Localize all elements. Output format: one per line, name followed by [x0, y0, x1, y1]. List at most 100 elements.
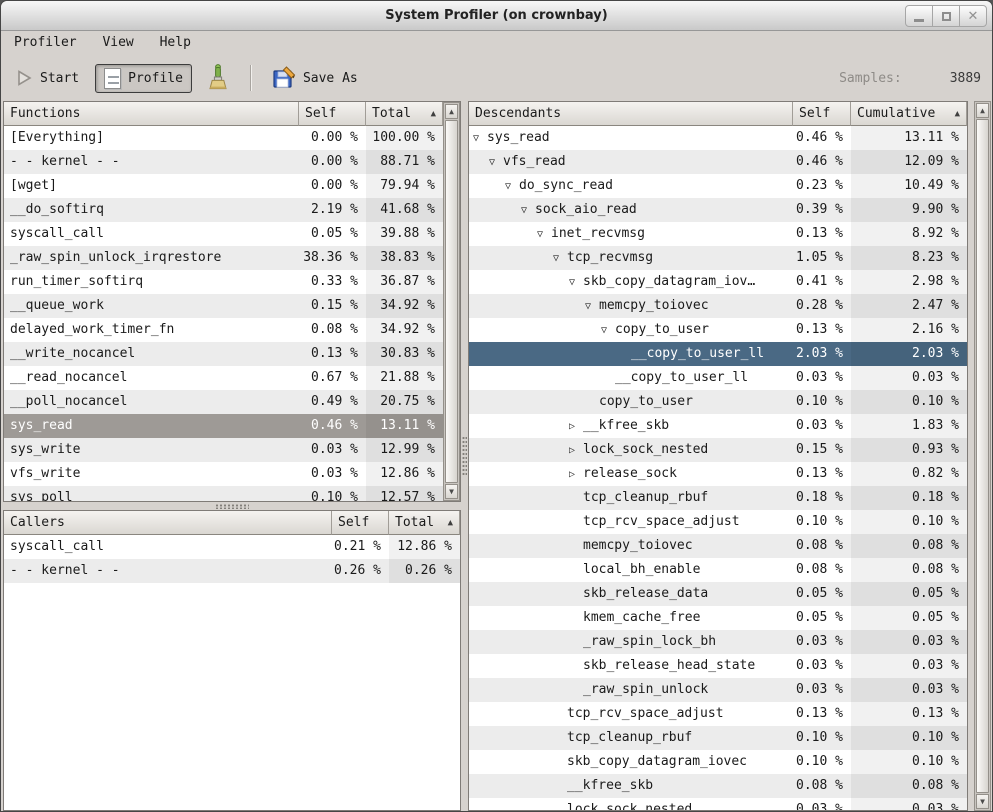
table-row[interactable]: delayed_work_timer_fn0.08 %34.92 %: [4, 318, 443, 342]
expander-open-icon[interactable]: ▽: [553, 247, 567, 270]
reset-button[interactable]: [198, 61, 238, 95]
table-row[interactable]: __poll_nocancel0.49 %20.75 %: [4, 390, 443, 414]
tree-row[interactable]: ▷__kfree_skb0.03 %1.83 %: [469, 414, 967, 438]
table-row[interactable]: _raw_spin_unlock_irqrestore38.36 %38.83 …: [4, 246, 443, 270]
table-row[interactable]: syscall_call0.05 %39.88 %: [4, 222, 443, 246]
scroll-down-icon: ▼: [449, 487, 454, 496]
tree-row[interactable]: skb_copy_datagram_iovec0.10 %0.10 %: [469, 750, 967, 774]
tree-row[interactable]: kmem_cache_free0.05 %0.05 %: [469, 606, 967, 630]
tree-row[interactable]: __copy_to_user_ll0.03 %0.03 %: [469, 366, 967, 390]
row-label: delayed_work_timer_fn: [4, 318, 299, 342]
tree-row[interactable]: ▽memcpy_toiovec0.28 %2.47 %: [469, 294, 967, 318]
tree-row[interactable]: tcp_cleanup_rbuf0.10 %0.10 %: [469, 726, 967, 750]
expander-open-icon[interactable]: ▽: [601, 319, 615, 342]
tree-row[interactable]: ▽sys_read0.46 %13.11 %: [469, 126, 967, 150]
column-header-descendants[interactable]: Descendants: [469, 102, 793, 126]
table-row[interactable]: __write_nocancel0.13 %30.83 %: [4, 342, 443, 366]
tree-row[interactable]: memcpy_toiovec0.08 %0.08 %: [469, 534, 967, 558]
vertical-pane-handle[interactable]: [461, 101, 468, 811]
row-self-value: 0.49 %: [299, 390, 366, 414]
save-as-button[interactable]: Save As: [264, 63, 366, 93]
expander-closed-icon[interactable]: ▷: [569, 415, 583, 438]
tree-row[interactable]: ▽copy_to_user0.13 %2.16 %: [469, 318, 967, 342]
table-row[interactable]: sys_poll0.10 %12.57 %: [4, 486, 443, 501]
column-header-total[interactable]: Total▲: [389, 511, 460, 535]
tree-row[interactable]: _raw_spin_unlock0.03 %0.03 %: [469, 678, 967, 702]
titlebar[interactable]: System Profiler (on crownbay) ✕: [1, 1, 992, 31]
tree-row[interactable]: lock_sock_nested0.03 %0.03 %: [469, 798, 967, 810]
expander-open-icon[interactable]: ▽: [505, 175, 519, 198]
table-row[interactable]: run_timer_softirq0.33 %36.87 %: [4, 270, 443, 294]
column-header-functions[interactable]: Functions: [4, 102, 299, 126]
table-row[interactable]: __read_nocancel0.67 %21.88 %: [4, 366, 443, 390]
tree-row[interactable]: ▽sock_aio_read0.39 %9.90 %: [469, 198, 967, 222]
tree-row[interactable]: skb_release_data0.05 %0.05 %: [469, 582, 967, 606]
expander-open-icon[interactable]: ▽: [489, 151, 503, 174]
table-row[interactable]: - - kernel - -0.00 %88.71 %: [4, 150, 443, 174]
tree-row[interactable]: tcp_rcv_space_adjust0.10 %0.10 %: [469, 510, 967, 534]
tree-row[interactable]: tcp_rcv_space_adjust0.13 %0.13 %: [469, 702, 967, 726]
table-row[interactable]: vfs_write0.03 %12.86 %: [4, 462, 443, 486]
app-window: System Profiler (on crownbay) ✕ Profiler…: [0, 0, 993, 812]
start-button[interactable]: Start: [7, 66, 87, 90]
functions-panel: Functions Self Total▲ [Everything]0.00 %…: [3, 101, 461, 502]
row-self-value: 0.03 %: [793, 630, 851, 654]
table-row[interactable]: [wget]0.00 %79.94 %: [4, 174, 443, 198]
expander-open-icon[interactable]: ▽: [585, 295, 599, 318]
column-header-self[interactable]: Self: [332, 511, 389, 535]
column-header-self[interactable]: Self: [793, 102, 851, 126]
tree-row[interactable]: __kfree_skb0.08 %0.08 %: [469, 774, 967, 798]
minimize-button[interactable]: [905, 5, 933, 27]
profile-label: Profile: [128, 71, 183, 86]
column-header-self[interactable]: Self: [299, 102, 366, 126]
scroll-up-button[interactable]: ▲: [445, 104, 458, 119]
functions-scrollbar[interactable]: ▲ ▼: [443, 102, 460, 501]
column-header-total[interactable]: Total▲: [366, 102, 443, 126]
tree-row[interactable]: ▽do_sync_read0.23 %10.49 %: [469, 174, 967, 198]
row-self-value: 0.08 %: [793, 558, 851, 582]
scroll-down-button[interactable]: ▼: [976, 794, 989, 809]
expander-closed-icon[interactable]: ▷: [569, 439, 583, 462]
expander-open-icon[interactable]: ▽: [473, 127, 487, 150]
row-total-value: 88.71 %: [366, 150, 443, 174]
tree-row[interactable]: ▷lock_sock_nested0.15 %0.93 %: [469, 438, 967, 462]
tree-row[interactable]: __copy_to_user_ll2.03 %2.03 %: [469, 342, 967, 366]
tree-row[interactable]: ▽tcp_recvmsg1.05 %8.23 %: [469, 246, 967, 270]
column-header-cumulative[interactable]: Cumulative▲: [851, 102, 967, 126]
tree-row[interactable]: ▽inet_recvmsg0.13 %8.92 %: [469, 222, 967, 246]
descendants-scrollbar[interactable]: ▲ ▼: [974, 101, 991, 811]
tree-row[interactable]: skb_release_head_state0.03 %0.03 %: [469, 654, 967, 678]
tree-row[interactable]: ▽skb_copy_datagram_iov…0.41 %2.98 %: [469, 270, 967, 294]
scrollbar-thumb[interactable]: [976, 119, 989, 793]
tree-row[interactable]: local_bh_enable0.08 %0.08 %: [469, 558, 967, 582]
profile-button[interactable]: Profile: [95, 64, 192, 93]
menu-view[interactable]: View: [93, 31, 142, 54]
expander-open-icon[interactable]: ▽: [537, 223, 551, 246]
maximize-button[interactable]: [932, 5, 960, 27]
scrollbar-thumb[interactable]: [445, 120, 458, 483]
table-row[interactable]: sys_write0.03 %12.99 %: [4, 438, 443, 462]
menu-help[interactable]: Help: [151, 31, 200, 54]
menu-profiler[interactable]: Profiler: [5, 31, 86, 54]
tree-row[interactable]: ▽vfs_read0.46 %12.09 %: [469, 150, 967, 174]
table-row[interactable]: - - kernel - -0.26 %0.26 %: [4, 559, 460, 583]
row-self-value: 0.10 %: [793, 750, 851, 774]
expander-closed-icon[interactable]: ▷: [569, 463, 583, 486]
expander-open-icon[interactable]: ▽: [521, 199, 535, 222]
row-cumulative-value: 0.03 %: [851, 654, 967, 678]
table-row[interactable]: [Everything]0.00 %100.00 %: [4, 126, 443, 150]
scroll-down-button[interactable]: ▼: [445, 484, 458, 499]
close-button[interactable]: ✕: [959, 5, 987, 27]
horizontal-pane-handle[interactable]: [3, 502, 461, 510]
table-row[interactable]: __queue_work0.15 %34.92 %: [4, 294, 443, 318]
tree-row[interactable]: ▷release_sock0.13 %0.82 %: [469, 462, 967, 486]
table-row[interactable]: sys_read0.46 %13.11 %: [4, 414, 443, 438]
expander-open-icon[interactable]: ▽: [569, 271, 583, 294]
table-row[interactable]: __do_softirq2.19 %41.68 %: [4, 198, 443, 222]
tree-row[interactable]: tcp_cleanup_rbuf0.18 %0.18 %: [469, 486, 967, 510]
table-row[interactable]: syscall_call0.21 %12.86 %: [4, 535, 460, 559]
tree-row[interactable]: copy_to_user0.10 %0.10 %: [469, 390, 967, 414]
tree-row[interactable]: _raw_spin_lock_bh0.03 %0.03 %: [469, 630, 967, 654]
scroll-up-button[interactable]: ▲: [976, 103, 989, 118]
column-header-callers[interactable]: Callers: [4, 511, 332, 535]
